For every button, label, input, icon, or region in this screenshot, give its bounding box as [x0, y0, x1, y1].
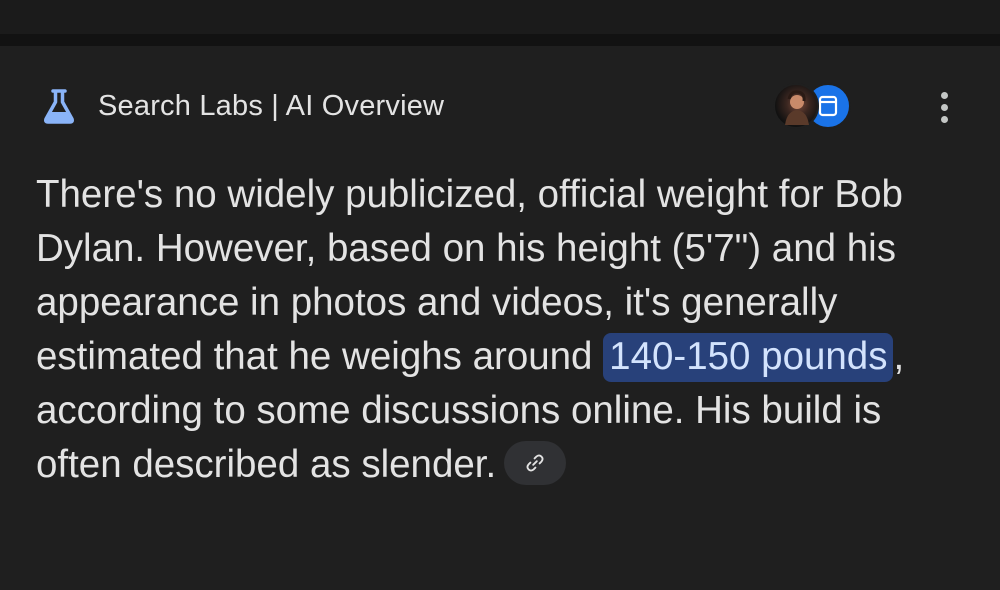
ai-overview-header: Search Labs | AI Overview	[38, 86, 444, 126]
header-title: Search Labs | AI Overview	[98, 89, 445, 122]
source-link-button[interactable]	[504, 440, 567, 485]
overview-text: There's no widely publicized, official w…	[36, 168, 971, 492]
more-vert-icon	[940, 91, 948, 99]
link-icon	[526, 454, 544, 472]
top-band	[0, 0, 1000, 34]
source-avatars[interactable]	[773, 82, 855, 132]
person-photo-icon	[785, 90, 809, 125]
flask-icon	[44, 89, 74, 124]
source-avatar-photo[interactable]	[773, 83, 819, 129]
section-divider	[0, 34, 1000, 46]
highlighted-answer: 140-150 pounds	[603, 333, 894, 382]
more-options-button[interactable]	[924, 86, 964, 128]
ai-overview-card: Search Labs | AI Overview There's no wid…	[0, 46, 1000, 590]
